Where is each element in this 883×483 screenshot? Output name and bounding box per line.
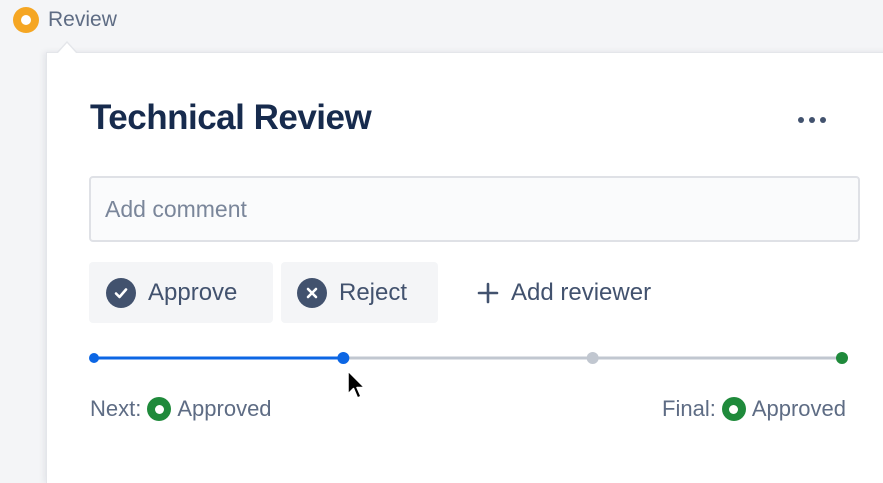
- status-dot-icon: [13, 7, 39, 33]
- card-title: Technical Review: [90, 98, 372, 137]
- status-label: Review: [48, 8, 117, 31]
- comment-input[interactable]: [89, 176, 860, 242]
- check-circle-icon: [106, 277, 136, 308]
- status-indicator[interactable]: Review: [13, 7, 117, 33]
- approve-button[interactable]: Approve: [89, 262, 273, 323]
- approve-label: Approve: [148, 278, 238, 306]
- reject-label: Reject: [339, 278, 408, 306]
- final-label: Final:: [662, 396, 716, 421]
- next-label: Next:: [90, 396, 142, 421]
- approval-progress-track: [89, 352, 848, 364]
- more-horizontal-icon: [798, 117, 804, 123]
- final-value: Approved: [751, 396, 846, 421]
- next-value: Approved: [177, 396, 272, 421]
- mouse-pointer-icon: [347, 370, 366, 399]
- next-status: Next: Approved: [90, 396, 272, 422]
- popover-caret-fill: [58, 43, 76, 53]
- progress-step-marker: [89, 353, 99, 363]
- more-dot: [820, 117, 826, 123]
- final-status: Final: Approved: [662, 396, 846, 422]
- more-options-button[interactable]: [786, 104, 838, 136]
- progress-step-marker: [836, 352, 848, 364]
- progress-step-marker: [586, 352, 599, 364]
- approved-dot-icon: [147, 397, 172, 421]
- add-reviewer-button[interactable]: Add reviewer: [462, 262, 694, 323]
- cross-circle-icon: [297, 277, 327, 308]
- progress-step-marker: [337, 352, 350, 364]
- plus-icon: [477, 282, 499, 304]
- approved-dot-icon: [721, 397, 746, 421]
- more-dot: [809, 117, 815, 123]
- add-reviewer-label: Add reviewer: [511, 278, 652, 306]
- reject-button[interactable]: Reject: [281, 262, 438, 323]
